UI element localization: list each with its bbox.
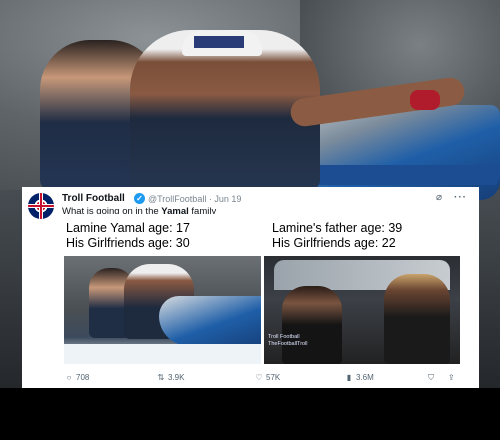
author-handle[interactable]: @TrollFootball · Jun 19 xyxy=(148,194,241,204)
meme-left-line-1: Lamine Yamal age: 17 xyxy=(66,221,190,235)
meme-right-line-2: His Girlfriends age: 22 xyxy=(272,236,396,250)
bookmark-icon[interactable]: ⛉ xyxy=(428,373,434,383)
jetski-stripe xyxy=(296,165,500,185)
watermark: Troll Football TheFootballTroll xyxy=(268,334,308,347)
tweet-actions: ○ 708 ⇅ 3.9K ♡ 57K ▮ 3.6M ⛉ ⇪ xyxy=(26,373,476,385)
bottom-black-band xyxy=(0,388,500,440)
like-button[interactable]: ♡ 57K xyxy=(254,373,280,382)
meme-image[interactable]: Lamine Yamal age: 17 His Girlfriends age… xyxy=(62,214,460,364)
meme-right-line-1: Lamine's father age: 39 xyxy=(272,221,403,235)
views-button[interactable]: ▮ 3.6M xyxy=(344,373,374,382)
verified-badge-icon: ✓ xyxy=(134,193,145,204)
reply-button[interactable]: ○ 708 xyxy=(64,373,90,382)
views-chart-icon: ▮ xyxy=(346,373,352,382)
repost-icon: ⇅ xyxy=(157,373,165,382)
meme-photo-jetski xyxy=(64,256,261,364)
meme-left-line-2: His Girlfriends age: 30 xyxy=(66,236,190,250)
tweet-card[interactable]: Troll Football ✓ @TrollFootball · Jun 19… xyxy=(22,187,479,388)
reply-icon: ○ xyxy=(66,373,72,382)
heart-icon: ♡ xyxy=(255,373,263,382)
more-icon[interactable]: ··· xyxy=(454,192,467,203)
avatar[interactable] xyxy=(28,193,54,219)
share-icon[interactable]: ⇪ xyxy=(448,373,455,382)
cap-logo xyxy=(194,36,244,48)
grok-icon[interactable]: ⌀ xyxy=(436,192,442,203)
author-name[interactable]: Troll Football xyxy=(62,193,125,204)
red-glove xyxy=(410,90,440,110)
repost-button[interactable]: ⇅ 3.9K xyxy=(156,373,185,382)
meme-photo-car: Troll Football TheFootballTroll xyxy=(264,256,460,364)
